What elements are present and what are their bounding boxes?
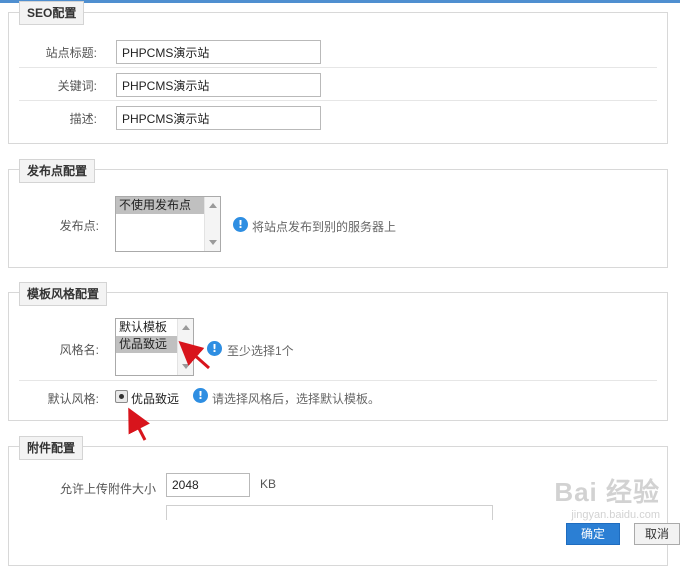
- style-listbox[interactable]: 默认模板 优品致远: [115, 318, 194, 376]
- default-style-radio[interactable]: [115, 390, 128, 403]
- publish-hint: 将站点发布到别的服务器上: [252, 220, 397, 234]
- style-option-default[interactable]: 默认模板: [116, 319, 178, 336]
- scroll-up-icon[interactable]: [182, 325, 190, 330]
- style-label: 风格名:: [59, 343, 99, 357]
- scroll-down-icon[interactable]: [209, 240, 217, 245]
- keywords-label: 关键词:: [57, 79, 97, 93]
- publish-option[interactable]: 不使用发布点: [116, 197, 205, 214]
- publish-label: 发布点:: [59, 219, 99, 233]
- watermark-url: jingyan.baidu.com: [571, 509, 660, 521]
- info-icon: !: [193, 388, 208, 403]
- default-style-hint: 请选择风格后，选择默认模板。: [212, 392, 381, 406]
- upload-size-label: 允许上传附件大小: [59, 482, 156, 496]
- info-icon: !: [207, 341, 222, 356]
- upload-size-input[interactable]: [166, 473, 250, 497]
- publish-legend: 发布点配置: [19, 159, 96, 183]
- publish-listbox[interactable]: 不使用发布点: [115, 196, 221, 252]
- description-row: 描述:: [9, 101, 667, 134]
- description-label: 描述:: [69, 112, 97, 126]
- publish-panel: 发布点配置 发布点: 不使用发布点 ! 将站点发布到别的服务器上: [8, 159, 668, 268]
- description-input[interactable]: [116, 106, 321, 130]
- info-icon: !: [233, 217, 248, 232]
- style-scrollbar[interactable]: [177, 319, 193, 375]
- style-option-youpin[interactable]: 优品致远: [116, 336, 178, 353]
- template-legend: 模板风格配置: [19, 282, 108, 306]
- scroll-up-icon[interactable]: [209, 203, 217, 208]
- next-field-partial[interactable]: [166, 505, 493, 520]
- default-style-label: 默认风格:: [47, 392, 99, 406]
- attachment-legend: 附件配置: [19, 436, 84, 460]
- site-title-input[interactable]: [116, 40, 321, 64]
- scroll-down-icon[interactable]: [182, 364, 190, 369]
- site-title-label: 站点标题:: [45, 46, 97, 60]
- keywords-input[interactable]: [116, 73, 321, 97]
- style-hint: 至少选择1个: [227, 344, 294, 358]
- cancel-button[interactable]: 取消: [634, 523, 680, 545]
- watermark: Bai 经验 jingyan.baidu.com: [554, 472, 660, 521]
- seo-panel: SEO配置 站点标题: 关键词: 描述:: [8, 1, 668, 144]
- confirm-button[interactable]: 确定: [566, 523, 620, 545]
- upload-size-unit: KB: [260, 477, 277, 491]
- site-title-row: 站点标题:: [9, 35, 667, 68]
- top-accent-bar: [0, 0, 680, 3]
- seo-legend: SEO配置: [19, 1, 85, 25]
- watermark-brand: Bai 经验: [554, 477, 660, 507]
- keywords-row: 关键词:: [9, 68, 667, 101]
- default-style-option[interactable]: 优品致远: [131, 390, 179, 407]
- publish-scrollbar[interactable]: [204, 197, 220, 251]
- template-panel: 模板风格配置 风格名: 默认模板 优品致远 ! 至少选择1个 默认风格: 优品致…: [8, 282, 668, 421]
